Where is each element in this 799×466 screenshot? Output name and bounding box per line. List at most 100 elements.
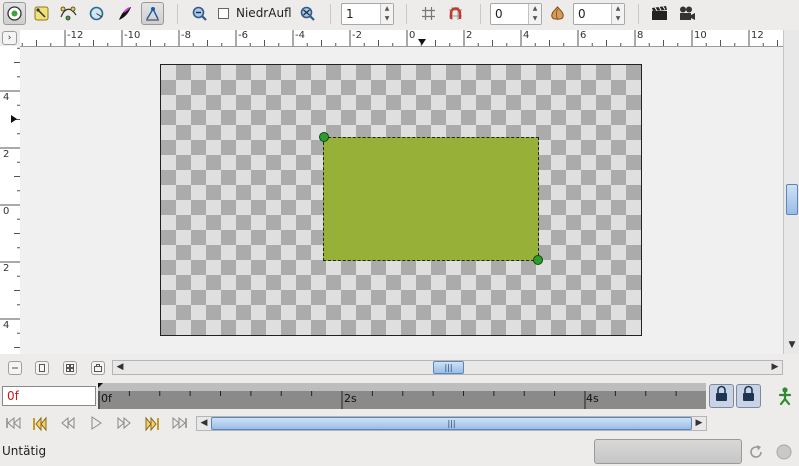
vertex-tool-button[interactable] [57,2,80,25]
snap-grid-icon [449,7,462,20]
ruler-position-marker [418,39,426,45]
clapperboard-icon [652,6,667,20]
seek-begin-icon [6,416,21,430]
smooth-move-tool-button[interactable] [30,2,53,25]
refresh-button[interactable] [747,443,765,461]
fit-icon [66,364,74,372]
time-zoom-scrollbar-thumb[interactable]: ||| [211,417,692,430]
ruler-label: -8 [181,30,191,41]
onion-skin-icon [551,6,564,20]
scroll-left-button[interactable]: ◀ [113,361,127,374]
scroll-down-button[interactable]: ▼ [785,339,799,352]
ruler-label: -4 [295,30,305,41]
time-zoom-scrollbar[interactable]: ◀ ||| ▶ [196,416,707,431]
render-button[interactable] [648,2,671,25]
ruler-menu-button[interactable]: › [2,31,17,45]
prev-keyframe-button[interactable] [31,416,53,434]
top-left-handle[interactable] [319,132,329,142]
circle-tool-icon [89,6,104,21]
rectangle-layer[interactable] [323,137,539,261]
vertex-tool-icon [60,6,77,21]
draw-tool-button[interactable] [141,2,164,25]
scroll-right-button[interactable]: ▶ [768,361,782,374]
onion-past-spinbox[interactable]: 0 ▲ ▼ [490,3,542,25]
ruler-label: -6 [238,30,248,41]
snapshot-button[interactable] [91,361,105,375]
time-label-2s: 2s [344,392,357,405]
movie-camera-icon [680,6,695,20]
time-label-0: 0f [101,392,112,405]
animation-mode-button[interactable] [775,386,795,406]
keyframe-lock-future-button[interactable] [736,384,761,408]
minus-icon [12,367,18,369]
quality-spinbox[interactable]: 1 ▲ ▼ [341,3,394,25]
toolbar-separator [638,4,639,24]
zoom-100-button[interactable] [35,361,49,375]
toolbar-separator [330,4,331,24]
onion-future-spinbox[interactable]: 0 ▲ ▼ [573,3,625,25]
smooth-move-tool-icon [34,6,49,21]
ruler-label: -10 [124,30,141,41]
ruler-label: 4 [523,30,530,41]
next-keyframe-button[interactable] [143,416,165,434]
current-time-field[interactable]: 0f [2,386,96,406]
next-keyframe-icon [145,416,159,432]
lowres-checkbox[interactable] [218,8,229,19]
ruler-label: 4 [3,92,10,103]
canvas-viewport[interactable] [20,47,783,354]
horizontal-scrollbar[interactable]: ◀ ||| ▶ [112,360,783,375]
keyframe-lock-future-icon [743,385,754,401]
circle-tool-button[interactable] [85,2,108,25]
zoom-out-button[interactable] [188,2,211,25]
ruler-label: -2 [352,30,362,41]
ruler-label: 0 [3,206,10,217]
preview-button[interactable] [676,2,699,25]
animation-mode-figure-icon [778,387,792,406]
time-cursor[interactable] [98,383,103,388]
seek-end-button[interactable] [171,416,193,434]
show-grid-button[interactable] [417,2,440,25]
horizontal-scrollbar-thumb[interactable]: ||| [433,361,464,374]
stop-button[interactable] [775,443,793,461]
time-scroll-right-button[interactable]: ▶ [692,417,706,430]
snap-grid-button[interactable] [444,2,467,25]
vertical-ruler: 4 2 0 2 4 [0,46,21,354]
ruler-label: 2 [466,30,473,41]
page-icon [39,364,45,372]
transform-tool-icon [7,6,22,21]
seek-prev-frame-icon [61,416,75,430]
seek-begin-button[interactable] [4,416,26,434]
seek-next-frame-button[interactable] [115,416,137,434]
seek-prev-frame-button[interactable] [59,416,81,434]
render-progress-bar [594,439,742,464]
ruler-label: -12 [67,30,84,41]
ruler-label: 12 [751,30,764,41]
zoom-fit-button[interactable] [8,361,22,375]
feather-tool-button[interactable] [113,2,136,25]
ruler-label: 2 [3,263,10,274]
toolbar-separator [406,4,407,24]
zoom-in-button[interactable] [296,2,319,25]
transform-tool-button[interactable] [3,2,26,25]
time-slider[interactable]: 0f 2s 4s [98,383,706,409]
play-button[interactable] [87,416,109,434]
time-label-4s: 4s [586,392,599,405]
seek-next-frame-icon [117,416,131,430]
status-text: Untätig [2,444,47,458]
vertical-scrollbar-thumb[interactable] [786,184,798,215]
quality-spin-arrows[interactable]: ▲ ▼ [380,4,393,24]
seek-end-icon [172,416,187,430]
onion-future-spin-arrows[interactable]: ▲ ▼ [611,4,624,24]
keyframe-lock-past-button[interactable] [709,384,734,408]
onion-past-spin-arrows[interactable]: ▲ ▼ [528,4,541,24]
zoom-to-fit-button[interactable] [63,361,77,375]
artboard[interactable] [160,64,642,336]
onion-skin-button[interactable] [546,2,569,25]
vertical-scrollbar[interactable]: ▼ [783,30,799,354]
ruler-position-marker-vertical [11,115,17,123]
bottom-right-handle[interactable] [533,255,543,265]
frame-icon [94,364,102,372]
zoom-in-icon [300,6,315,21]
time-scroll-left-button[interactable]: ◀ [197,417,211,430]
onion-future-value: 0 [578,7,586,21]
